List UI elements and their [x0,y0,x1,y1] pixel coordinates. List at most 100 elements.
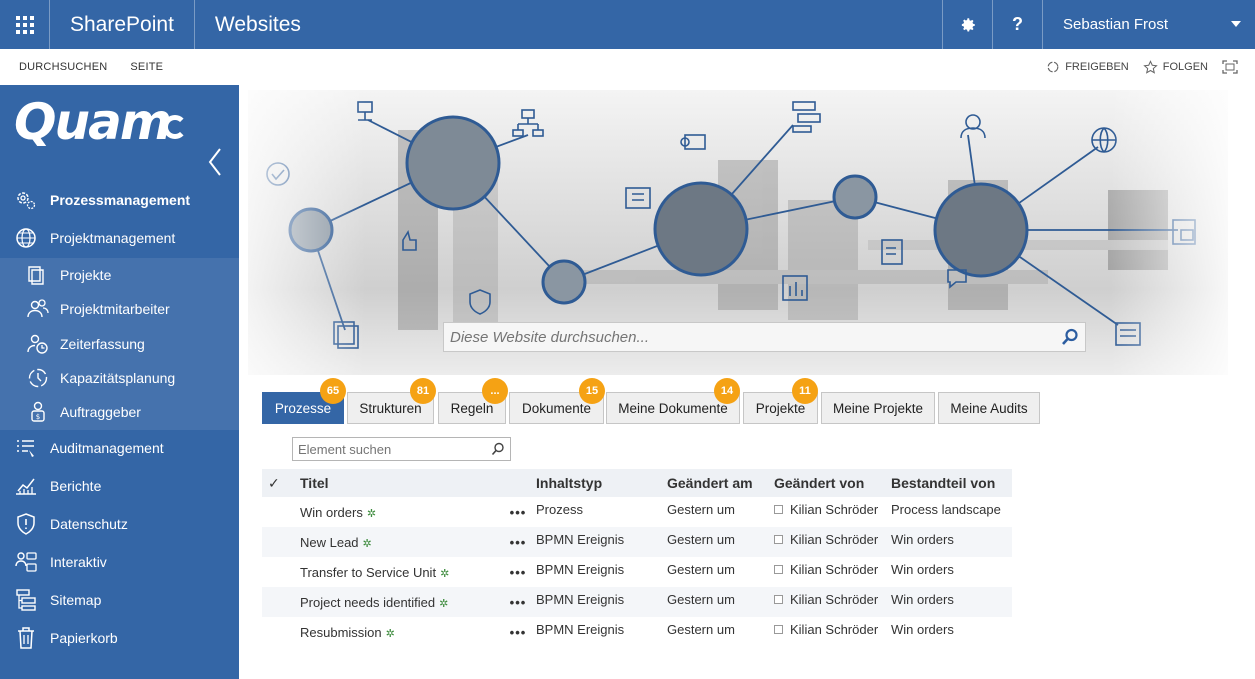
brand-link[interactable]: SharePoint [50,0,195,49]
item-modified-by[interactable]: Kilian Schröder [790,592,878,607]
item-part-of[interactable]: Win orders [891,527,1012,547]
nav-label: Projektmanagement [50,230,176,246]
shield-icon [13,511,39,537]
tab-projekte[interactable]: Projekte 11 [743,378,818,424]
waffle-icon [15,15,34,34]
people-icon [25,296,51,322]
tab-label: Dokumente [521,400,592,416]
item-modified-by[interactable]: Kilian Schröder [790,622,878,637]
list-item[interactable]: Win orders ✲ ••• Prozess Gestern um Kilia… [262,497,1012,527]
item-title-link[interactable]: Resubmission [300,625,382,640]
tab-label: Regeln [450,400,494,416]
item-menu-button[interactable]: ••• [500,535,536,550]
search-button[interactable] [1055,323,1085,351]
ribbon-tab-browse[interactable]: DURCHSUCHEN [0,61,107,73]
column-header-modified-by[interactable]: Geändert von [774,475,891,491]
item-part-of[interactable]: Process landscape [891,497,1012,517]
list-item[interactable]: Resubmission ✲ ••• BPMN Ereignis Gestern … [262,617,1012,647]
nav-item-berichte[interactable]: Berichte [0,468,239,504]
item-modified: Gestern um [667,562,735,577]
column-header-part-of[interactable]: Bestandteil von [891,475,1012,491]
item-title-link[interactable]: Transfer to Service Unit [300,565,436,580]
items-list: ✓ Titel Inhaltstyp Geändert am Geändert … [262,469,1012,647]
item-menu-button[interactable]: ••• [500,505,536,520]
help-button[interactable]: ? [992,0,1042,49]
list-item[interactable]: New Lead ✲ ••• BPMN Ereignis Gestern um K… [262,527,1012,557]
item-title-link[interactable]: Project needs identified [300,595,435,610]
nav-item-auditmanagement[interactable]: Auditmanagement [0,430,239,466]
client-icon: $ [25,399,51,425]
nav-label: Projektmitarbeiter [60,301,170,317]
nav-label: Papierkorb [50,630,118,646]
fullscreen-icon [1222,60,1238,74]
tab-meine-projekte[interactable]: Meine Projekte [821,392,935,424]
nav-item-prozessmanagement[interactable]: Prozessmanagement [0,182,239,218]
ribbon-tab-page[interactable]: SEITE [107,61,163,73]
nav-item-sitemap[interactable]: Sitemap [0,582,239,618]
collapse-nav-icon[interactable] [206,147,224,177]
tab-meine-audits[interactable]: Meine Audits [938,392,1040,424]
user-menu[interactable]: Sebastian Frost [1042,0,1255,49]
nav-label: Auftraggeber [60,404,141,420]
site-title[interactable]: Websites [195,13,321,37]
item-modified: Gestern um [667,622,735,637]
ribbon: DURCHSUCHEN SEITE FREIGEBEN FOLGEN [0,49,1255,85]
count-badge: 65 [320,378,346,404]
item-modified-by[interactable]: Kilian Schröder [790,532,878,547]
column-header-modified[interactable]: Geändert am [667,475,774,491]
site-search-input[interactable] [444,323,1055,351]
nav-item-projekte[interactable]: Projekte [0,257,239,293]
find-item-input[interactable] [293,438,486,460]
list-item[interactable]: Transfer to Service Unit ✲ ••• BPMN Ereig… [262,557,1012,587]
nav-label: Projekte [60,267,112,283]
item-modified-by[interactable]: Kilian Schröder [790,562,878,577]
tab-dokumente[interactable]: Dokumente 15 [509,378,605,424]
share-button[interactable]: FREIGEBEN [1046,60,1129,74]
nav-label: Sitemap [50,592,102,608]
nav-item-interaktiv[interactable]: Interaktiv [0,544,239,580]
quam-logo[interactable]: Quam [14,93,172,151]
item-part-of[interactable]: Win orders [891,617,1012,637]
nav-label: Datenschutz [50,516,128,532]
tab-label: Meine Dokumente [618,400,728,416]
count-badge: 15 [579,378,605,404]
nav-item-kapazitaetsplanung[interactable]: Kapazitätsplanung [0,360,239,396]
follow-button[interactable]: FOLGEN [1143,59,1208,75]
item-menu-button[interactable]: ••• [500,595,536,610]
item-modified-by[interactable]: Kilian Schröder [790,502,878,517]
site-search-box [443,322,1086,352]
nav-item-projektmanagement[interactable]: Projektmanagement [0,220,239,256]
new-item-icon: ✲ [385,627,395,640]
presence-icon [774,535,783,544]
item-menu-button[interactable]: ••• [500,565,536,580]
item-title-link[interactable]: Win orders [300,505,363,520]
item-menu-button[interactable]: ••• [500,625,536,640]
column-header-content-type[interactable]: Inhaltstyp [536,475,667,491]
tab-label: Projekte [755,400,806,416]
find-button[interactable] [486,438,510,460]
left-navigation: Quam Prozessmanagement Projektmanagement… [0,85,239,679]
nav-item-auftraggeber[interactable]: $ Auftraggeber [0,394,239,430]
share-label: FREIGEBEN [1065,61,1129,73]
nav-item-projektmitarbeiter[interactable]: Projektmitarbeiter [0,291,239,327]
item-part-of[interactable]: Win orders [891,587,1012,607]
item-part-of[interactable]: Win orders [891,557,1012,577]
item-title-link[interactable]: New Lead [300,535,359,550]
nav-item-papierkorb[interactable]: Papierkorb [0,620,239,656]
tab-regeln[interactable]: Regeln ... [438,378,508,424]
app-launcher-button[interactable] [0,0,50,49]
focus-mode-button[interactable] [1222,60,1243,74]
capacity-icon [25,365,51,391]
select-all-checkbox[interactable]: ✓ [262,475,300,492]
interactive-icon [13,549,39,575]
settings-button[interactable] [942,0,992,49]
tab-strukturen[interactable]: Strukturen 81 [347,378,436,424]
list-item[interactable]: Project needs identified ✲ ••• BPMN Ereig… [262,587,1012,617]
nav-label: Prozessmanagement [50,192,191,208]
column-header-title[interactable]: Titel [300,475,500,491]
item-modified: Gestern um [667,502,735,517]
tab-meine-dokumente[interactable]: Meine Dokumente 14 [606,378,740,424]
nav-item-zeiterfassung[interactable]: Zeiterfassung [0,326,239,362]
tab-prozesse[interactable]: Prozesse 65 [262,378,346,424]
nav-item-datenschutz[interactable]: Datenschutz [0,506,239,542]
